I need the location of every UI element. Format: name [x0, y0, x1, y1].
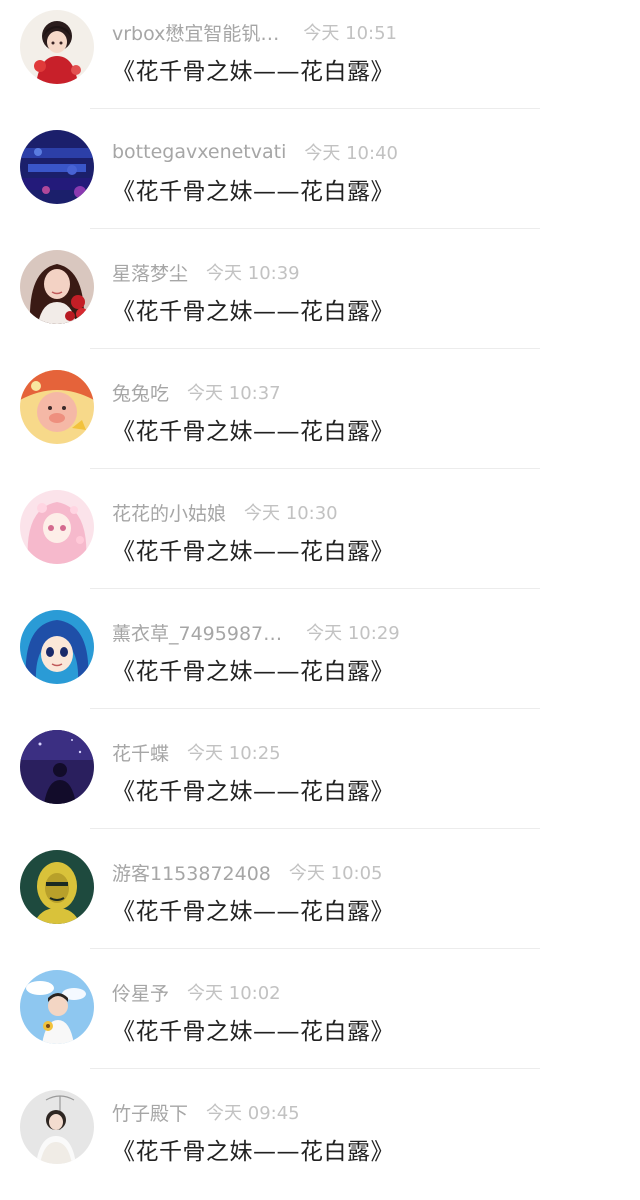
- comment-item[interactable]: vrbox懋宜智能钒… 今天 10:51 《花千骨之妹——花白露》: [0, 0, 640, 120]
- divider: [90, 228, 540, 229]
- comment-text: 《花千骨之妹——花白露》: [112, 1019, 394, 1045]
- username[interactable]: 兔兔吃: [112, 379, 169, 406]
- avatar[interactable]: [20, 850, 94, 924]
- username[interactable]: 薰衣草_7495987…: [112, 619, 282, 646]
- avatar-anime-red-icon: [20, 10, 94, 84]
- comment-item[interactable]: 兔兔吃 今天 10:37 《花千骨之妹——花白露》: [0, 360, 640, 480]
- comment-meta: 花花的小姑娘 今天 10:30: [112, 498, 338, 526]
- avatar[interactable]: [20, 970, 94, 1044]
- avatar-night-silhouette-icon: [20, 730, 94, 804]
- comment-item[interactable]: bottegavxenetvati 今天 10:40 《花千骨之妹——花白露》: [0, 120, 640, 240]
- comment-text: 《花千骨之妹——花白露》: [112, 419, 394, 445]
- username[interactable]: 伶星予: [112, 979, 169, 1006]
- comment-text: 《花千骨之妹——花白露》: [112, 779, 394, 805]
- divider: [90, 108, 540, 109]
- avatar-sky-boy-icon: [20, 970, 94, 1044]
- divider: [90, 1068, 540, 1069]
- comment-meta: 游客1153872408 今天 10:05: [112, 858, 383, 886]
- comment-meta: vrbox懋宜智能钒… 今天 10:51: [112, 18, 397, 46]
- comment-meta: 薰衣草_7495987… 今天 10:29: [112, 618, 400, 646]
- divider: [90, 588, 540, 589]
- comment-item[interactable]: 伶星予 今天 10:02 《花千骨之妹——花白露》: [0, 960, 640, 1080]
- timestamp: 今天 10:02: [187, 983, 281, 1004]
- comment-item[interactable]: 薰衣草_7495987… 今天 10:29 《花千骨之妹——花白露》: [0, 600, 640, 720]
- comment-text: 《花千骨之妹——花白露》: [112, 299, 394, 325]
- comment-meta: bottegavxenetvati 今天 10:40: [112, 138, 398, 166]
- divider: [90, 348, 540, 349]
- timestamp: 今天 10:37: [187, 383, 281, 404]
- comment-item[interactable]: 星落梦尘 今天 10:39 《花千骨之妹——花白露》: [0, 240, 640, 360]
- avatar-cartoon-pig-icon: [20, 370, 94, 444]
- username[interactable]: 竹子殿下: [112, 1099, 188, 1126]
- divider: [90, 468, 540, 469]
- avatar-girl-photo-icon: [20, 250, 94, 324]
- divider: [90, 708, 540, 709]
- comment-meta: 竹子殿下 今天 09:45: [112, 1098, 300, 1126]
- comment-meta: 花千蝶 今天 10:25: [112, 738, 281, 766]
- comment-text: 《花千骨之妹——花白露》: [112, 539, 394, 565]
- comment-list: vrbox懋宜智能钒… 今天 10:51 《花千骨之妹——花白露》 botteg…: [0, 0, 640, 1174]
- timestamp: 今天 10:29: [306, 623, 400, 644]
- divider: [90, 948, 540, 949]
- comment-text: 《花千骨之妹——花白露》: [112, 659, 394, 685]
- comment-text: 《花千骨之妹——花白露》: [112, 1139, 394, 1165]
- username[interactable]: 花花的小姑娘: [112, 499, 226, 526]
- comment-text: 《花千骨之妹——花白露》: [112, 59, 394, 85]
- username[interactable]: bottegavxenetvati: [112, 141, 286, 163]
- timestamp: 今天 10:30: [244, 503, 338, 524]
- avatar[interactable]: [20, 490, 94, 564]
- avatar[interactable]: [20, 610, 94, 684]
- avatar-blue-pattern-icon: [20, 130, 94, 204]
- avatar-pink-anime-icon: [20, 490, 94, 564]
- timestamp: 今天 10:25: [187, 743, 281, 764]
- avatar[interactable]: [20, 130, 94, 204]
- comment-meta: 兔兔吃 今天 10:37: [112, 378, 281, 406]
- timestamp: 今天 10:05: [288, 863, 383, 884]
- comment-text: 《花千骨之妹——花白露》: [112, 179, 394, 205]
- timestamp: 今天 10:40: [304, 143, 398, 164]
- avatar[interactable]: [20, 370, 94, 444]
- avatar[interactable]: [20, 10, 94, 84]
- timestamp: 今天 10:51: [303, 23, 398, 44]
- avatar[interactable]: [20, 1090, 94, 1164]
- username[interactable]: 游客1153872408: [112, 859, 271, 886]
- avatar-white-girl-icon: [20, 1090, 94, 1164]
- comment-item[interactable]: 竹子殿下 今天 09:45 《花千骨之妹——花白露》: [0, 1080, 640, 1200]
- comment-item[interactable]: 花千蝶 今天 10:25 《花千骨之妹——花白露》: [0, 720, 640, 840]
- avatar[interactable]: [20, 250, 94, 324]
- comment-item[interactable]: 游客1153872408 今天 10:05 《花千骨之妹——花白露》: [0, 840, 640, 960]
- avatar-yellow-portrait-icon: [20, 850, 94, 924]
- divider: [90, 828, 540, 829]
- username[interactable]: vrbox懋宜智能钒…: [112, 19, 279, 46]
- comment-meta: 伶星予 今天 10:02: [112, 978, 281, 1006]
- comment-item[interactable]: 花花的小姑娘 今天 10:30 《花千骨之妹——花白露》: [0, 480, 640, 600]
- avatar[interactable]: [20, 730, 94, 804]
- comment-text: 《花千骨之妹——花白露》: [112, 899, 394, 925]
- comment-meta: 星落梦尘 今天 10:39: [112, 258, 300, 286]
- avatar-blue-anime-icon: [20, 610, 94, 684]
- timestamp: 今天 10:39: [206, 263, 300, 284]
- username[interactable]: 花千蝶: [112, 739, 169, 766]
- username[interactable]: 星落梦尘: [112, 259, 188, 286]
- timestamp: 今天 09:45: [206, 1103, 300, 1124]
